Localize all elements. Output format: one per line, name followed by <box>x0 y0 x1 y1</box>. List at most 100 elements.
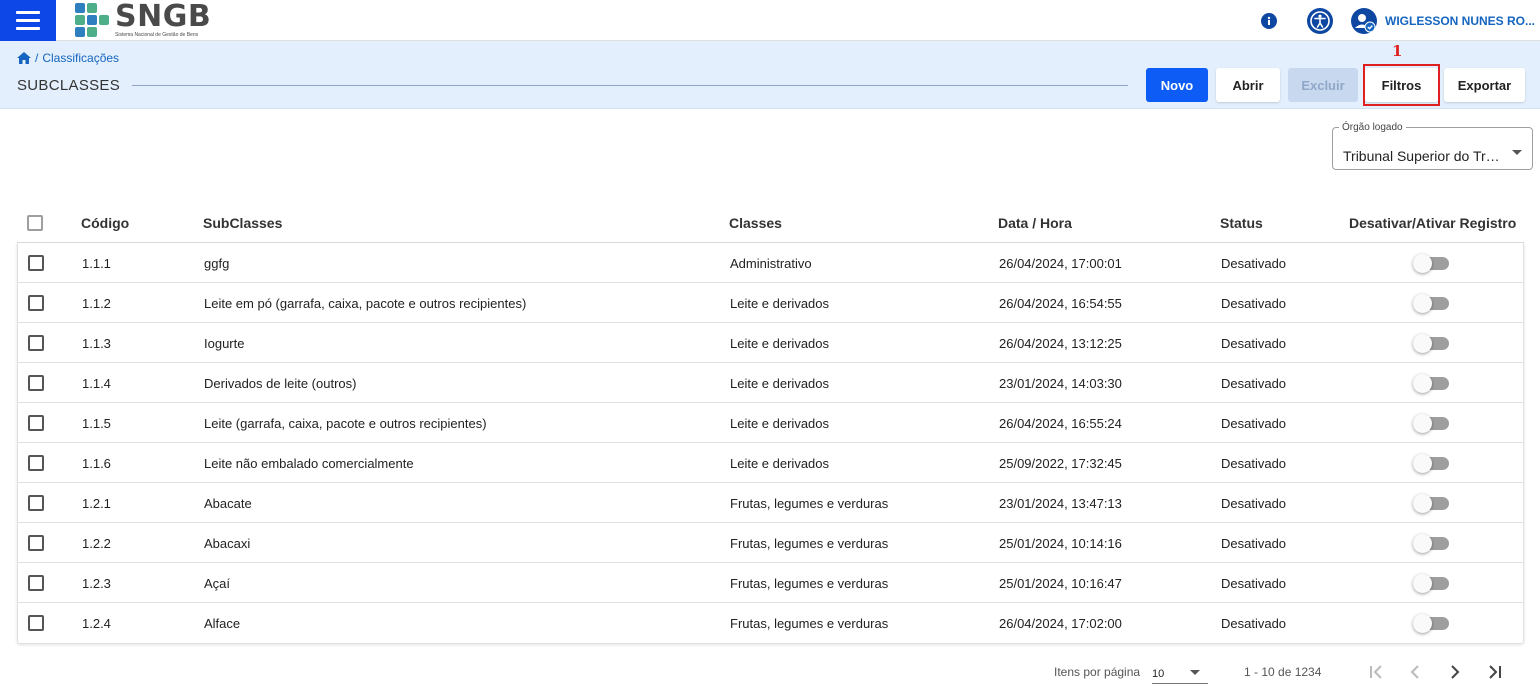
page-range: 1 - 10 de 1234 <box>1244 665 1322 679</box>
orgao-select[interactable]: Órgão logado Tribunal Superior do Trabal… <box>1332 122 1533 170</box>
accessibility-icon[interactable] <box>1307 7 1333 34</box>
table-row[interactable]: 1.1.6 Leite não embalado comercialmente Le… <box>18 443 1523 483</box>
home-icon[interactable] <box>17 52 31 64</box>
toggle-switch[interactable] <box>1413 574 1449 593</box>
user-avatar-icon[interactable] <box>1351 7 1377 34</box>
page-title: SUBCLASSES <box>17 77 121 94</box>
table-row[interactable]: 1.1.4 Derivados de leite (outros) Leite e … <box>18 363 1523 403</box>
col-subclasses[interactable]: SubClasses <box>203 215 282 231</box>
toggle-switch[interactable] <box>1413 254 1449 273</box>
last-page-button[interactable] <box>1483 660 1507 684</box>
cell-codigo: 1.1.1 <box>82 256 111 271</box>
cell-status: Desativado <box>1221 576 1287 591</box>
cell-codigo: 1.1.6 <box>82 456 111 471</box>
cell-status: Desativado <box>1221 456 1287 471</box>
col-classes[interactable]: Classes <box>729 215 782 231</box>
toggle-switch[interactable] <box>1413 334 1449 353</box>
last-page-icon <box>1489 665 1501 679</box>
cell-data-hora: 26/04/2024, 13:12:25 <box>999 336 1122 351</box>
cell-status: Desativado <box>1221 496 1287 511</box>
first-page-icon <box>1370 665 1382 679</box>
table-row[interactable]: 1.2.4 Alface Frutas, legumes e verduras 26/… <box>18 603 1523 643</box>
table-row[interactable]: 1.1.1 ggfg Administrativo 26/04/2024, 17:00… <box>18 243 1523 283</box>
cell-status: Desativado <box>1221 336 1287 351</box>
toggle-thumb <box>1413 334 1432 353</box>
row-checkbox[interactable] <box>28 375 44 391</box>
breadcrumb-separator: / <box>35 51 39 65</box>
page-size-select[interactable]: 10 <box>1152 660 1208 684</box>
col-codigo[interactable]: Código <box>81 215 129 231</box>
row-checkbox[interactable] <box>28 615 44 631</box>
table-row[interactable]: 1.2.3 Açaí Frutas, legumes e verduras 25/01… <box>18 563 1523 603</box>
toggle-switch[interactable] <box>1413 534 1449 553</box>
toggle-switch[interactable] <box>1413 494 1449 513</box>
cell-classe: Leite e derivados <box>730 296 830 311</box>
novo-button[interactable]: Novo <box>1146 68 1208 102</box>
cell-subclasse: Açaí <box>204 576 231 591</box>
cell-classe: Leite e derivados <box>730 456 830 471</box>
app-logo[interactable]: SNGB Sistema Nacional de Gestão de Bens <box>74 2 211 38</box>
excluir-button[interactable]: Excluir <box>1288 68 1358 102</box>
table-row[interactable]: 1.1.5 Leite (garrafa, caixa, pacote e out… <box>18 403 1523 443</box>
col-status[interactable]: Status <box>1220 215 1263 231</box>
row-checkbox[interactable] <box>28 455 44 471</box>
cell-codigo: 1.1.2 <box>82 296 111 311</box>
menu-icon-bar <box>16 19 40 22</box>
cell-data-hora: 23/01/2024, 13:47:13 <box>999 496 1122 511</box>
cell-data-hora: 25/09/2022, 17:32:45 <box>999 456 1122 471</box>
top-bar: SNGB Sistema Nacional de Gestão de Bens … <box>0 0 1540 41</box>
toggle-thumb <box>1413 534 1432 553</box>
cell-status: Desativado <box>1221 256 1287 271</box>
row-checkbox[interactable] <box>28 295 44 311</box>
row-checkbox[interactable] <box>28 575 44 591</box>
cell-status: Desativado <box>1221 376 1287 391</box>
row-checkbox[interactable] <box>28 415 44 431</box>
toggle-switch[interactable] <box>1413 294 1449 313</box>
table-row[interactable]: 1.2.1 Abacate Frutas, legumes e verduras 23… <box>18 483 1523 523</box>
title-divider <box>132 85 1128 86</box>
cell-data-hora: 25/01/2024, 10:14:16 <box>999 536 1122 551</box>
table-row[interactable]: 1.1.2 Leite em pó (garrafa, caixa, pacote… <box>18 283 1523 323</box>
select-all-checkbox[interactable] <box>27 215 43 231</box>
row-checkbox[interactable] <box>28 535 44 551</box>
row-checkbox[interactable] <box>28 255 44 271</box>
cell-subclasse: Derivados de leite (outros) <box>204 376 357 391</box>
prev-page-button[interactable] <box>1403 660 1427 684</box>
menu-icon-bar <box>16 27 40 30</box>
next-page-button[interactable] <box>1443 660 1467 684</box>
cell-subclasse: Leite (garrafa, caixa, pacote e outros r… <box>204 416 487 431</box>
first-page-button[interactable] <box>1364 660 1388 684</box>
cell-status: Desativado <box>1221 416 1287 431</box>
items-per-page-label: Itens por página <box>1054 665 1141 679</box>
orgao-value: Tribunal Superior do Trabalho <box>1343 148 1503 164</box>
table-header: Código SubClasses Classes Data / Hora St… <box>17 203 1524 243</box>
cell-subclasse: Iogurte <box>204 336 245 351</box>
toggle-thumb <box>1413 614 1432 633</box>
breadcrumb-current[interactable]: Classificações <box>42 51 119 65</box>
toggle-switch[interactable] <box>1413 454 1449 473</box>
cell-classe: Frutas, legumes e verduras <box>730 536 889 551</box>
filtros-highlight-box <box>1363 64 1440 106</box>
row-checkbox[interactable] <box>28 335 44 351</box>
cell-data-hora: 26/04/2024, 16:54:55 <box>999 296 1122 311</box>
col-data-hora[interactable]: Data / Hora <box>998 215 1072 231</box>
dropdown-caret-icon <box>1190 670 1200 675</box>
table-row[interactable]: 1.2.2 Abacaxi Frutas, legumes e verduras 25… <box>18 523 1523 563</box>
hamburger-menu-button[interactable] <box>0 0 56 41</box>
abrir-button[interactable]: Abrir <box>1216 68 1280 102</box>
exportar-button[interactable]: Exportar <box>1444 68 1525 102</box>
table-row[interactable]: 1.1.3 Iogurte Leite e derivados 26/04/2024,… <box>18 323 1523 363</box>
logo-mark-icon <box>75 3 109 37</box>
row-checkbox[interactable] <box>28 495 44 511</box>
info-icon[interactable] <box>1261 12 1277 29</box>
toggle-switch[interactable] <box>1413 414 1449 433</box>
toggle-switch[interactable] <box>1413 614 1449 633</box>
chevron-right-icon <box>1451 665 1460 679</box>
user-name[interactable]: WIGLESSON NUNES RO... <box>1385 14 1540 28</box>
logo-subtitle: Sistema Nacional de Gestão de Bens <box>115 32 199 38</box>
cell-subclasse: ggfg <box>204 256 230 271</box>
cell-classe: Leite e derivados <box>730 416 830 431</box>
menu-icon-bar <box>16 11 40 14</box>
toggle-switch[interactable] <box>1413 374 1449 393</box>
toggle-thumb <box>1413 294 1432 313</box>
